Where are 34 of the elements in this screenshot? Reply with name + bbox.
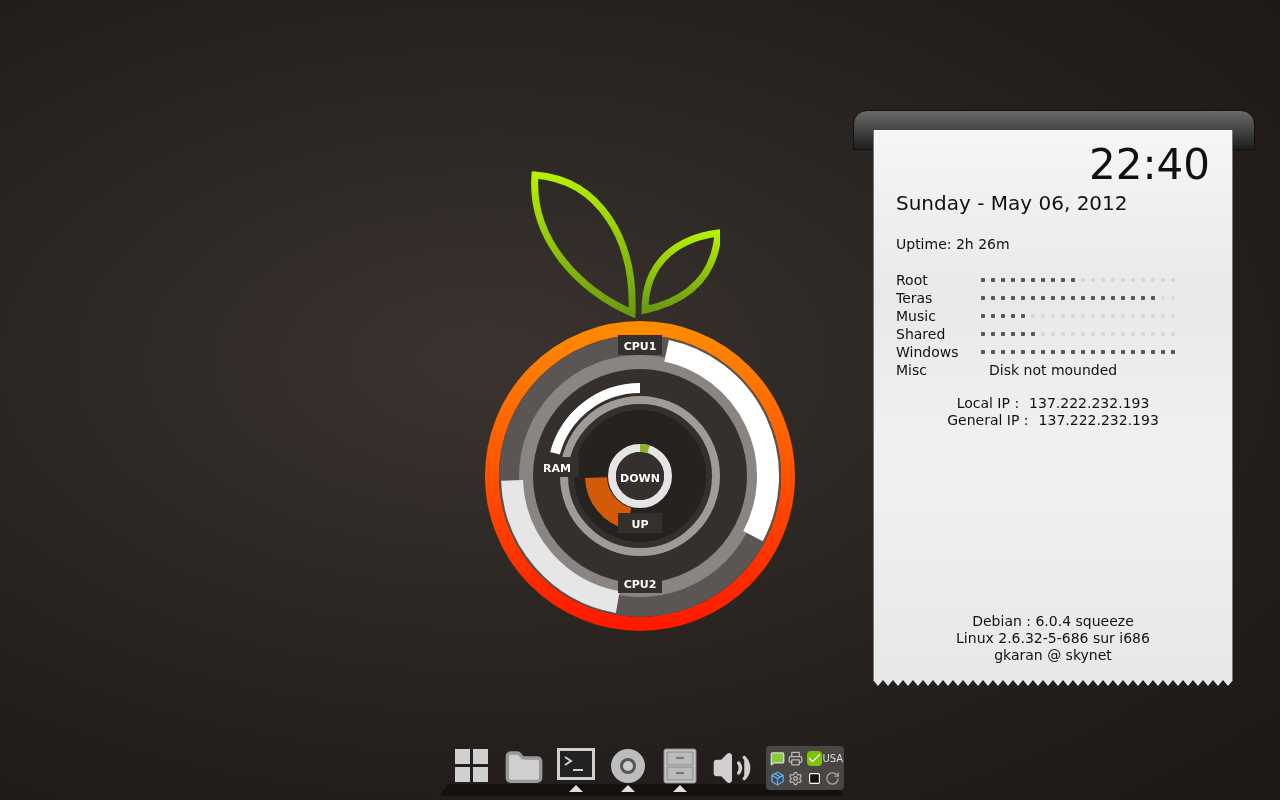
disk-name: Teras [896, 289, 934, 307]
gauge-label: CPU1 [623, 340, 657, 353]
clock: 22:40 [1088, 144, 1210, 186]
terminal-icon[interactable] [557, 748, 595, 780]
disk-name: Misc [896, 361, 928, 379]
check-icon[interactable] [806, 750, 822, 766]
disk-name: Windows [896, 343, 960, 361]
file-cabinet-icon[interactable] [663, 748, 697, 784]
system-info-line: Linux 2.6.32-5-686 sur i686 [956, 630, 1150, 647]
ip-label: General IP : [947, 412, 1029, 429]
system-info-line: gkaran @ skynet [994, 647, 1112, 664]
printer-icon[interactable] [788, 750, 804, 766]
disk-name: Root [896, 271, 929, 289]
disk-name: Shared [896, 325, 947, 343]
system-info-line: Debian : 6.0.4 squeeze [972, 613, 1134, 630]
uptime: Uptime: 2h 26m [896, 235, 1011, 254]
disk-name: Music [896, 307, 937, 325]
date: Sunday - May 06, 2012 [896, 190, 1129, 217]
gauge-label: DOWN [620, 472, 660, 485]
ip-label: Local IP : [956, 395, 1020, 412]
settings-icon[interactable] [788, 770, 804, 786]
grid-icon[interactable] [454, 748, 490, 784]
square-icon[interactable] [807, 771, 821, 785]
chat-icon[interactable] [769, 750, 785, 766]
ip-address: 137.222.232.193 [1038, 412, 1159, 429]
gauge-label: CPU2 [623, 578, 657, 591]
keyboard-layout[interactable]: USA [822, 750, 844, 766]
refresh-icon[interactable] [825, 770, 841, 786]
gauge-label: UP [631, 518, 649, 531]
box-icon[interactable] [769, 770, 785, 786]
browser-icon[interactable] [610, 748, 646, 784]
gauge-label: RAM [543, 462, 571, 475]
disk-status: Disk not mounded [989, 361, 1118, 379]
ip-address: 137.222.232.193 [1029, 395, 1150, 412]
